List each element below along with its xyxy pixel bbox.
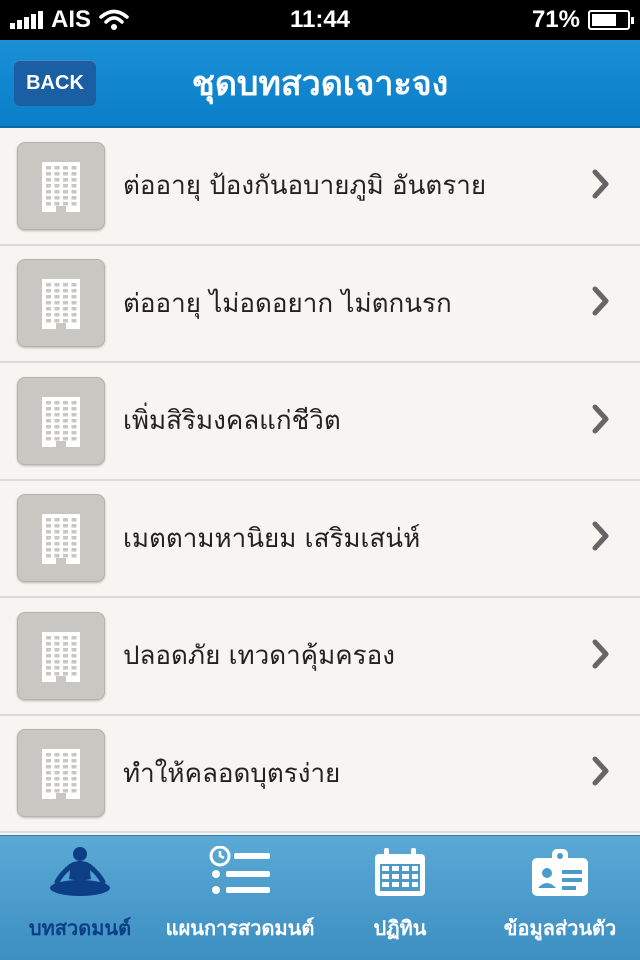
list-item-label: เพิ่มสิริมงคลแก่ชีวิต [123,406,341,437]
tab-label: ข้อมูลส่วนตัว [503,916,617,940]
tab-calendar[interactable]: ปฏิทิน [320,836,480,960]
tab-schedule-list[interactable]: แผนการสวดมนต์ [160,836,320,960]
list-item-label: ต่ออายุ ป้องกันอบายภูมิ อันตราย [123,171,487,202]
chevron-right-icon [592,756,610,790]
calendar-icon [372,846,428,902]
page-title: ชุดบทสวดเจาะจง [191,64,449,104]
tab-label: บทสวดมนต์ [28,916,132,940]
list-item[interactable]: ทำให้คลอดบุตรง่าย [0,715,640,833]
battery-fill [592,14,617,26]
tab-meditation[interactable]: บทสวดมนต์ [0,836,160,960]
list-item[interactable]: ปลอดภัย เทวดาคุ้มครอง [0,598,640,716]
list-item-label: เมตตามหานิยม เสริมเสน่ห์ [123,523,421,554]
schedule-list-icon [208,845,272,902]
chevron-right-icon [592,639,610,673]
chevron-right-icon [592,169,610,203]
list-item[interactable]: เพิ่มสิริมงคลแก่ชีวิต [0,363,640,481]
chevron-right-icon [592,404,610,438]
building-icon [17,729,105,818]
tab-label: แผนการสวดมนต์ [165,916,315,940]
carrier-label: AIS [51,6,92,33]
list-item-label: ทำให้คลอดบุตรง่าย [123,758,341,789]
battery-icon [588,10,634,30]
list-item-label: ต่ออายุ ไม่อดอยาก ไม่ตกนรก [123,288,452,319]
back-button[interactable]: BACK [14,60,96,106]
building-icon [17,141,105,230]
id-card-icon [530,846,590,902]
building-icon [17,494,105,583]
status-right: 71% [531,6,634,34]
meditation-icon [45,846,115,902]
list-item-label: ปลอดภัย เทวดาคุ้มครอง [123,641,395,672]
building-icon [17,376,105,465]
list-item[interactable]: ต่ออายุ ป้องกันอบายภูมิ อันตราย [0,128,640,246]
navigation-bar: BACK ชุดบทสวดเจาะจง [0,40,640,128]
list-item[interactable]: ต่ออายุ ไม่อดอยาก ไม่ตกนรก [0,245,640,363]
signal-icon [10,11,43,29]
list-item[interactable]: เมตตามหานิยม เสริมเสน่ห์ [0,480,640,598]
tab-id-card[interactable]: ข้อมูลส่วนตัว [480,836,640,960]
prayer-list: ต่ออายุ ป้องกันอบายภูมิ อันตรายต่ออายุ ไ… [0,128,640,835]
tab-bar: บทสวดมนต์ แผนการสวดมนต์ ปฏิทิน ข้อมูลส่วนตั… [0,835,640,960]
chevron-right-icon [592,286,610,320]
status-left: AIS [10,6,129,34]
status-bar: AIS 11:44 71% [0,0,640,40]
chevron-right-icon [592,521,610,555]
building-icon [17,611,105,700]
tab-label: ปฏิทิน [373,916,427,940]
wifi-icon [99,9,129,30]
building-icon [17,259,105,348]
battery-percent: 71% [531,6,580,33]
